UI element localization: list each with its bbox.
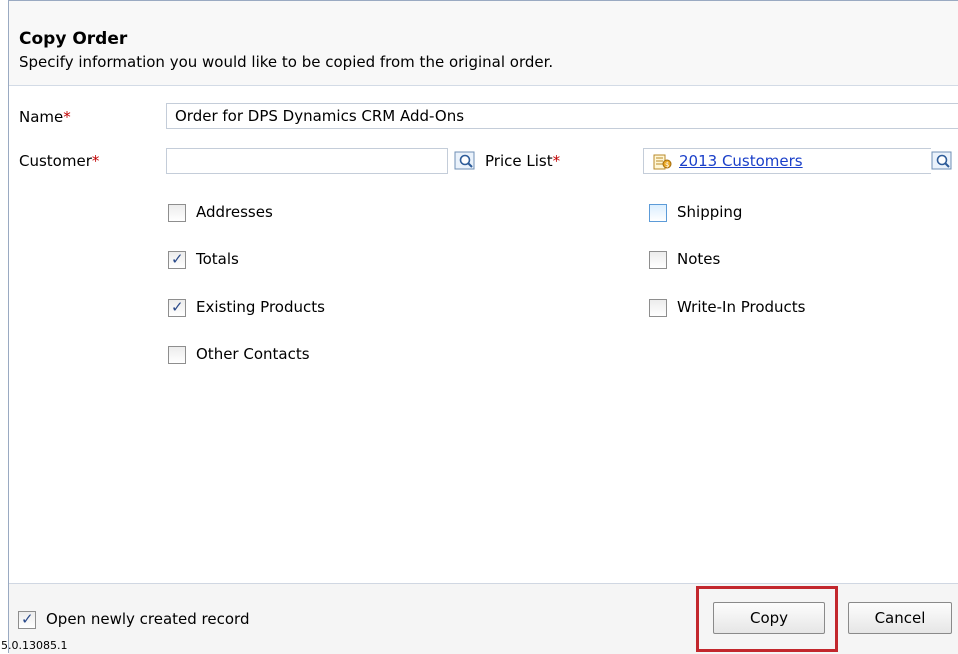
dialog-body: Name* Order for DPS Dynamics CRM Add-Ons… bbox=[9, 87, 958, 581]
other-contacts-checkbox[interactable] bbox=[168, 346, 186, 364]
dialog-header: Copy Order Specify information you would… bbox=[9, 1, 958, 86]
copy-order-dialog: Copy Order Specify information you would… bbox=[1, 0, 958, 654]
dialog-description: Specify information you would like to be… bbox=[19, 53, 554, 71]
write-in-products-label: Write-In Products bbox=[677, 298, 806, 316]
other-contacts-label: Other Contacts bbox=[196, 345, 310, 363]
cancel-button[interactable]: Cancel bbox=[848, 602, 952, 634]
customer-field[interactable] bbox=[166, 148, 448, 174]
price-list-required-marker: * bbox=[552, 152, 561, 170]
price-list-lookup-icon[interactable] bbox=[931, 151, 953, 171]
name-label: Name* bbox=[19, 108, 71, 126]
open-newly-created-record-label: Open newly created record bbox=[46, 610, 250, 628]
shipping-checkbox[interactable] bbox=[649, 204, 667, 222]
addresses-label: Addresses bbox=[196, 203, 273, 221]
name-field-value: Order for DPS Dynamics CRM Add-Ons bbox=[175, 107, 465, 125]
dialog-footer: Open newly created record Copy Cancel 5.… bbox=[1, 583, 958, 654]
svg-text:$: $ bbox=[665, 161, 669, 169]
dialog-title: Copy Order bbox=[19, 29, 128, 49]
price-list-record-icon: $ bbox=[653, 153, 673, 171]
price-list-field[interactable]: $ 2013 Customers bbox=[643, 148, 931, 174]
customer-label-text: Customer bbox=[19, 152, 92, 170]
notes-checkbox[interactable] bbox=[649, 251, 667, 269]
copy-button[interactable]: Copy bbox=[713, 602, 825, 634]
totals-label: Totals bbox=[196, 250, 239, 268]
name-required-marker: * bbox=[63, 108, 71, 126]
customer-lookup-icon[interactable] bbox=[454, 151, 476, 171]
customer-label: Customer* bbox=[19, 152, 99, 170]
notes-label: Notes bbox=[677, 250, 721, 268]
name-field[interactable]: Order for DPS Dynamics CRM Add-Ons bbox=[166, 103, 958, 129]
price-list-label: Price List* bbox=[485, 152, 560, 170]
price-list-label-text: Price List bbox=[485, 152, 553, 170]
name-label-text: Name bbox=[19, 108, 64, 126]
version-label: 5.0.13085.1 bbox=[1, 639, 68, 652]
price-list-link[interactable]: 2013 Customers bbox=[679, 152, 803, 170]
write-in-products-checkbox[interactable] bbox=[649, 299, 667, 317]
existing-products-checkbox[interactable] bbox=[168, 298, 186, 317]
shipping-label: Shipping bbox=[677, 203, 743, 221]
addresses-checkbox[interactable] bbox=[168, 204, 186, 222]
open-newly-created-record-checkbox[interactable] bbox=[18, 610, 36, 629]
customer-required-marker: * bbox=[91, 152, 100, 170]
existing-products-label: Existing Products bbox=[196, 298, 325, 316]
totals-checkbox[interactable] bbox=[168, 250, 186, 269]
